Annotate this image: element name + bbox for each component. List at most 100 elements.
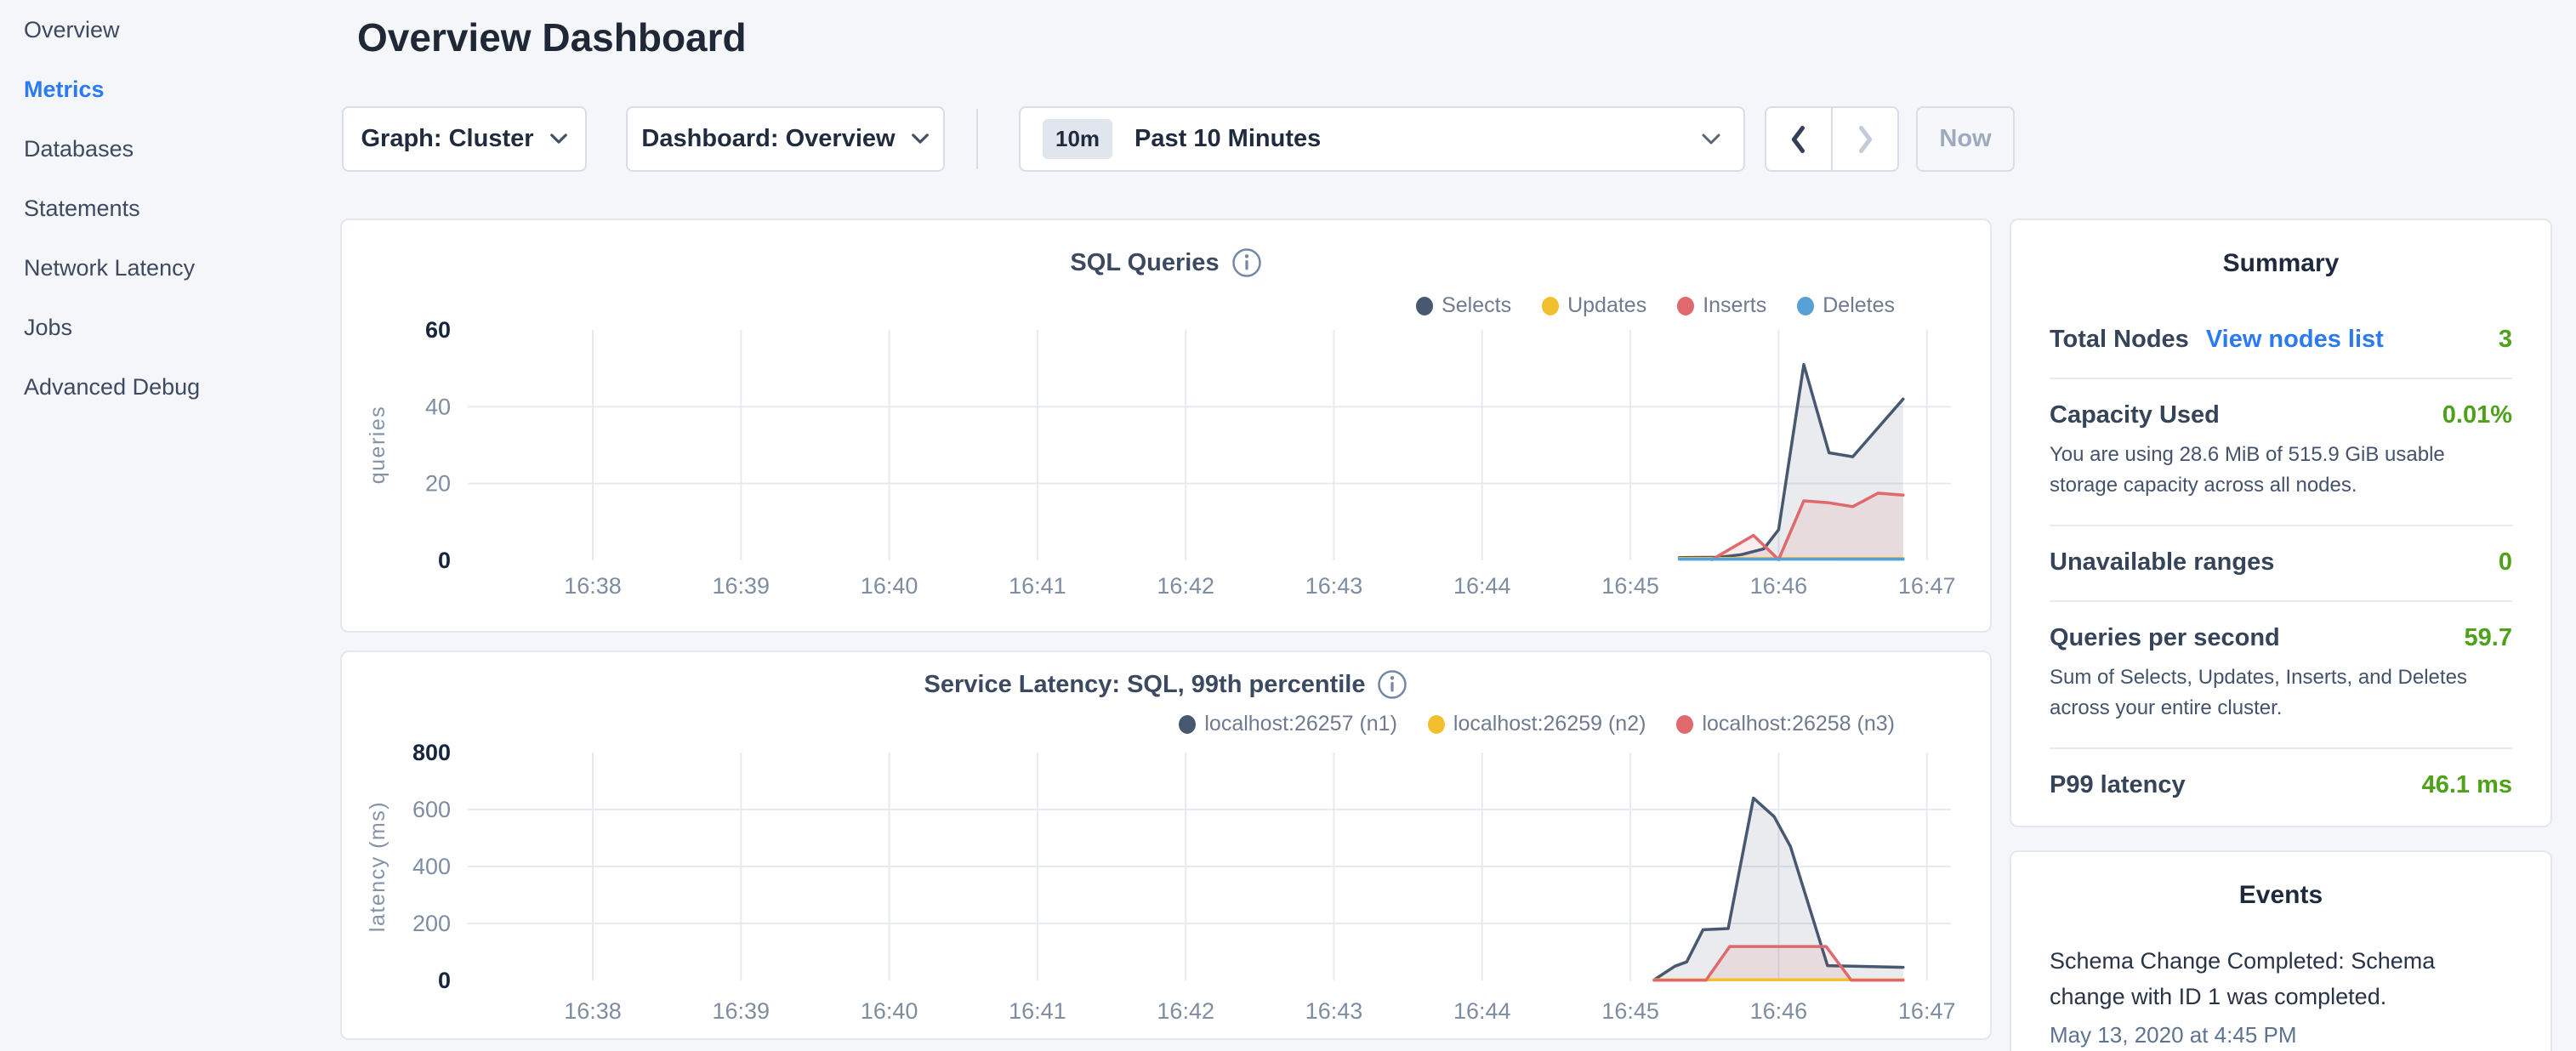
next-time-button[interactable] — [1832, 106, 1899, 172]
legend-label: Inserts — [1703, 293, 1766, 318]
svg-text:60: 60 — [425, 317, 451, 343]
service-latency-chart-card: 16:3816:3916:4016:4116:4216:4316:4416:45… — [340, 650, 1992, 1040]
sql-queries-chart-canvas[interactable]: 16:3816:3916:4016:4116:4216:4316:4416:45… — [342, 220, 1993, 634]
svg-text:16:47: 16:47 — [1898, 998, 1956, 1024]
legend-item[interactable]: Selects — [1416, 293, 1511, 318]
svg-text:400: 400 — [412, 854, 451, 879]
svg-text:latency (ms): latency (ms) — [366, 801, 390, 932]
p99-latency-value: 46.1 ms — [2422, 771, 2512, 799]
summary-body: Total Nodes View nodes list 3 Capacity U… — [2011, 326, 2550, 799]
svg-text:16:38: 16:38 — [564, 573, 622, 599]
chevron-down-icon — [1701, 133, 1721, 146]
svg-text:16:38: 16:38 — [564, 998, 622, 1024]
legend-label: Updates — [1567, 293, 1646, 318]
svg-text:16:44: 16:44 — [1453, 998, 1511, 1024]
summary-row-total-nodes: Total Nodes View nodes list 3 — [2050, 326, 2512, 354]
summary-title: Summary — [2011, 249, 2550, 278]
svg-text:16:43: 16:43 — [1305, 998, 1363, 1024]
unavailable-ranges-value: 0 — [2499, 548, 2512, 577]
p99-latency-label: P99 latency — [2050, 771, 2186, 799]
info-icon[interactable] — [1377, 669, 1407, 700]
svg-text:16:41: 16:41 — [1009, 998, 1066, 1024]
events-body: Schema Change Completed: Schema change w… — [2011, 944, 2550, 1048]
legend-dot — [1542, 297, 1559, 315]
svg-text:16:46: 16:46 — [1750, 573, 1808, 599]
dashboard-dropdown-label: Dashboard: Overview — [641, 125, 895, 153]
summary-panel: Summary Total Nodes View nodes list 3 Ca… — [2010, 219, 2552, 827]
summary-row-qps: Queries per second 59.7 — [2050, 624, 2512, 652]
legend-item[interactable]: Updates — [1542, 293, 1646, 318]
legend-item[interactable]: localhost:26259 (n2) — [1428, 712, 1646, 736]
legend-item[interactable]: localhost:26258 (n3) — [1676, 712, 1895, 736]
chart-title: SQL Queries — [1070, 249, 1219, 277]
summary-row-unavailable-ranges: Unavailable ranges 0 — [2050, 548, 2512, 577]
time-range-picker[interactable]: 10m Past 10 Minutes — [1019, 106, 1745, 172]
service-latency-chart-canvas[interactable]: 16:3816:3916:4016:4116:4216:4316:4416:45… — [342, 652, 1993, 1042]
sidebar-item-advanced-debug[interactable]: Advanced Debug — [0, 357, 344, 417]
chart-title-row: SQL Queries — [342, 247, 1990, 278]
capacity-used-value: 0.01% — [2442, 401, 2512, 429]
chevron-down-icon — [549, 133, 568, 145]
legend-dot — [1797, 297, 1814, 315]
svg-text:16:40: 16:40 — [861, 573, 918, 599]
sidebar-item-databases[interactable]: Databases — [0, 119, 344, 179]
chevron-right-icon — [1855, 124, 1875, 155]
time-range-label: Past 10 Minutes — [1134, 125, 1321, 153]
chart-legend: localhost:26257 (n1) localhost:26259 (n2)… — [1179, 712, 1895, 736]
divider — [2050, 378, 2512, 379]
page-title: Overview Dashboard — [357, 10, 747, 65]
sidebar-item-overview[interactable]: Overview — [0, 0, 344, 60]
chevron-left-icon — [1788, 124, 1809, 155]
svg-text:16:45: 16:45 — [1601, 573, 1659, 599]
info-icon[interactable] — [1231, 247, 1262, 278]
svg-text:16:42: 16:42 — [1157, 998, 1214, 1024]
legend-label: localhost:26259 (n2) — [1453, 712, 1646, 736]
svg-text:16:41: 16:41 — [1009, 573, 1066, 599]
divider — [2050, 525, 2512, 526]
legend-dot — [1416, 297, 1433, 315]
sidebar-item-jobs[interactable]: Jobs — [0, 298, 344, 357]
legend-dot — [1677, 297, 1694, 315]
app-screen: OverviewMetricsDatabasesStatementsNetwor… — [0, 0, 2576, 1051]
svg-text:16:45: 16:45 — [1601, 998, 1659, 1024]
qps-label: Queries per second — [2050, 624, 2280, 652]
legend-item[interactable]: Deletes — [1797, 293, 1895, 318]
sidebar-item-metrics[interactable]: Metrics — [0, 60, 344, 119]
chart-title: Service Latency: SQL, 99th percentile — [924, 671, 1366, 699]
now-button[interactable]: Now — [1916, 106, 2015, 172]
svg-text:16:43: 16:43 — [1305, 573, 1363, 599]
graph-dropdown-label: Graph: Cluster — [361, 125, 533, 153]
qps-value: 59.7 — [2465, 624, 2512, 652]
chart-legend: Selects Updates Inserts Deletes — [1416, 293, 1895, 318]
legend-dot — [1676, 715, 1693, 734]
capacity-used-label: Capacity Used — [2050, 401, 2220, 429]
sidebar-item-network-latency[interactable]: Network Latency — [0, 238, 344, 298]
svg-text:0: 0 — [438, 548, 451, 573]
legend-item[interactable]: Inserts — [1677, 293, 1766, 318]
total-nodes-value: 3 — [2499, 326, 2512, 354]
capacity-used-description: You are using 28.6 MiB of 515.9 GiB usab… — [2050, 440, 2512, 501]
legend-label: Selects — [1442, 293, 1511, 318]
svg-text:16:39: 16:39 — [713, 998, 771, 1024]
total-nodes-label: Total Nodes — [2050, 326, 2189, 354]
sidebar-item-statements[interactable]: Statements — [0, 179, 344, 238]
svg-text:800: 800 — [412, 740, 451, 765]
graph-dropdown[interactable]: Graph: Cluster — [342, 106, 587, 172]
chart-title-row: Service Latency: SQL, 99th percentile — [342, 669, 1990, 700]
time-pager — [1765, 106, 1899, 172]
legend-item[interactable]: localhost:26257 (n1) — [1179, 712, 1397, 736]
svg-text:16:44: 16:44 — [1453, 573, 1511, 599]
controls-divider — [976, 109, 978, 169]
sql-queries-chart-card: 16:3816:3916:4016:4116:4216:4316:4416:45… — [340, 219, 1992, 633]
view-nodes-list-link[interactable]: View nodes list — [2206, 326, 2384, 354]
unavailable-ranges-label: Unavailable ranges — [2050, 548, 2274, 577]
svg-text:16:39: 16:39 — [713, 573, 771, 599]
events-title: Events — [2011, 881, 2550, 910]
svg-text:40: 40 — [425, 394, 451, 419]
event-item-text[interactable]: Schema Change Completed: Schema change w… — [2050, 944, 2479, 1015]
dashboard-dropdown[interactable]: Dashboard: Overview — [626, 106, 945, 172]
time-range-badge: 10m — [1043, 119, 1112, 159]
legend-label: localhost:26257 (n1) — [1204, 712, 1397, 736]
prev-time-button[interactable] — [1765, 106, 1832, 172]
svg-text:16:47: 16:47 — [1898, 573, 1956, 599]
